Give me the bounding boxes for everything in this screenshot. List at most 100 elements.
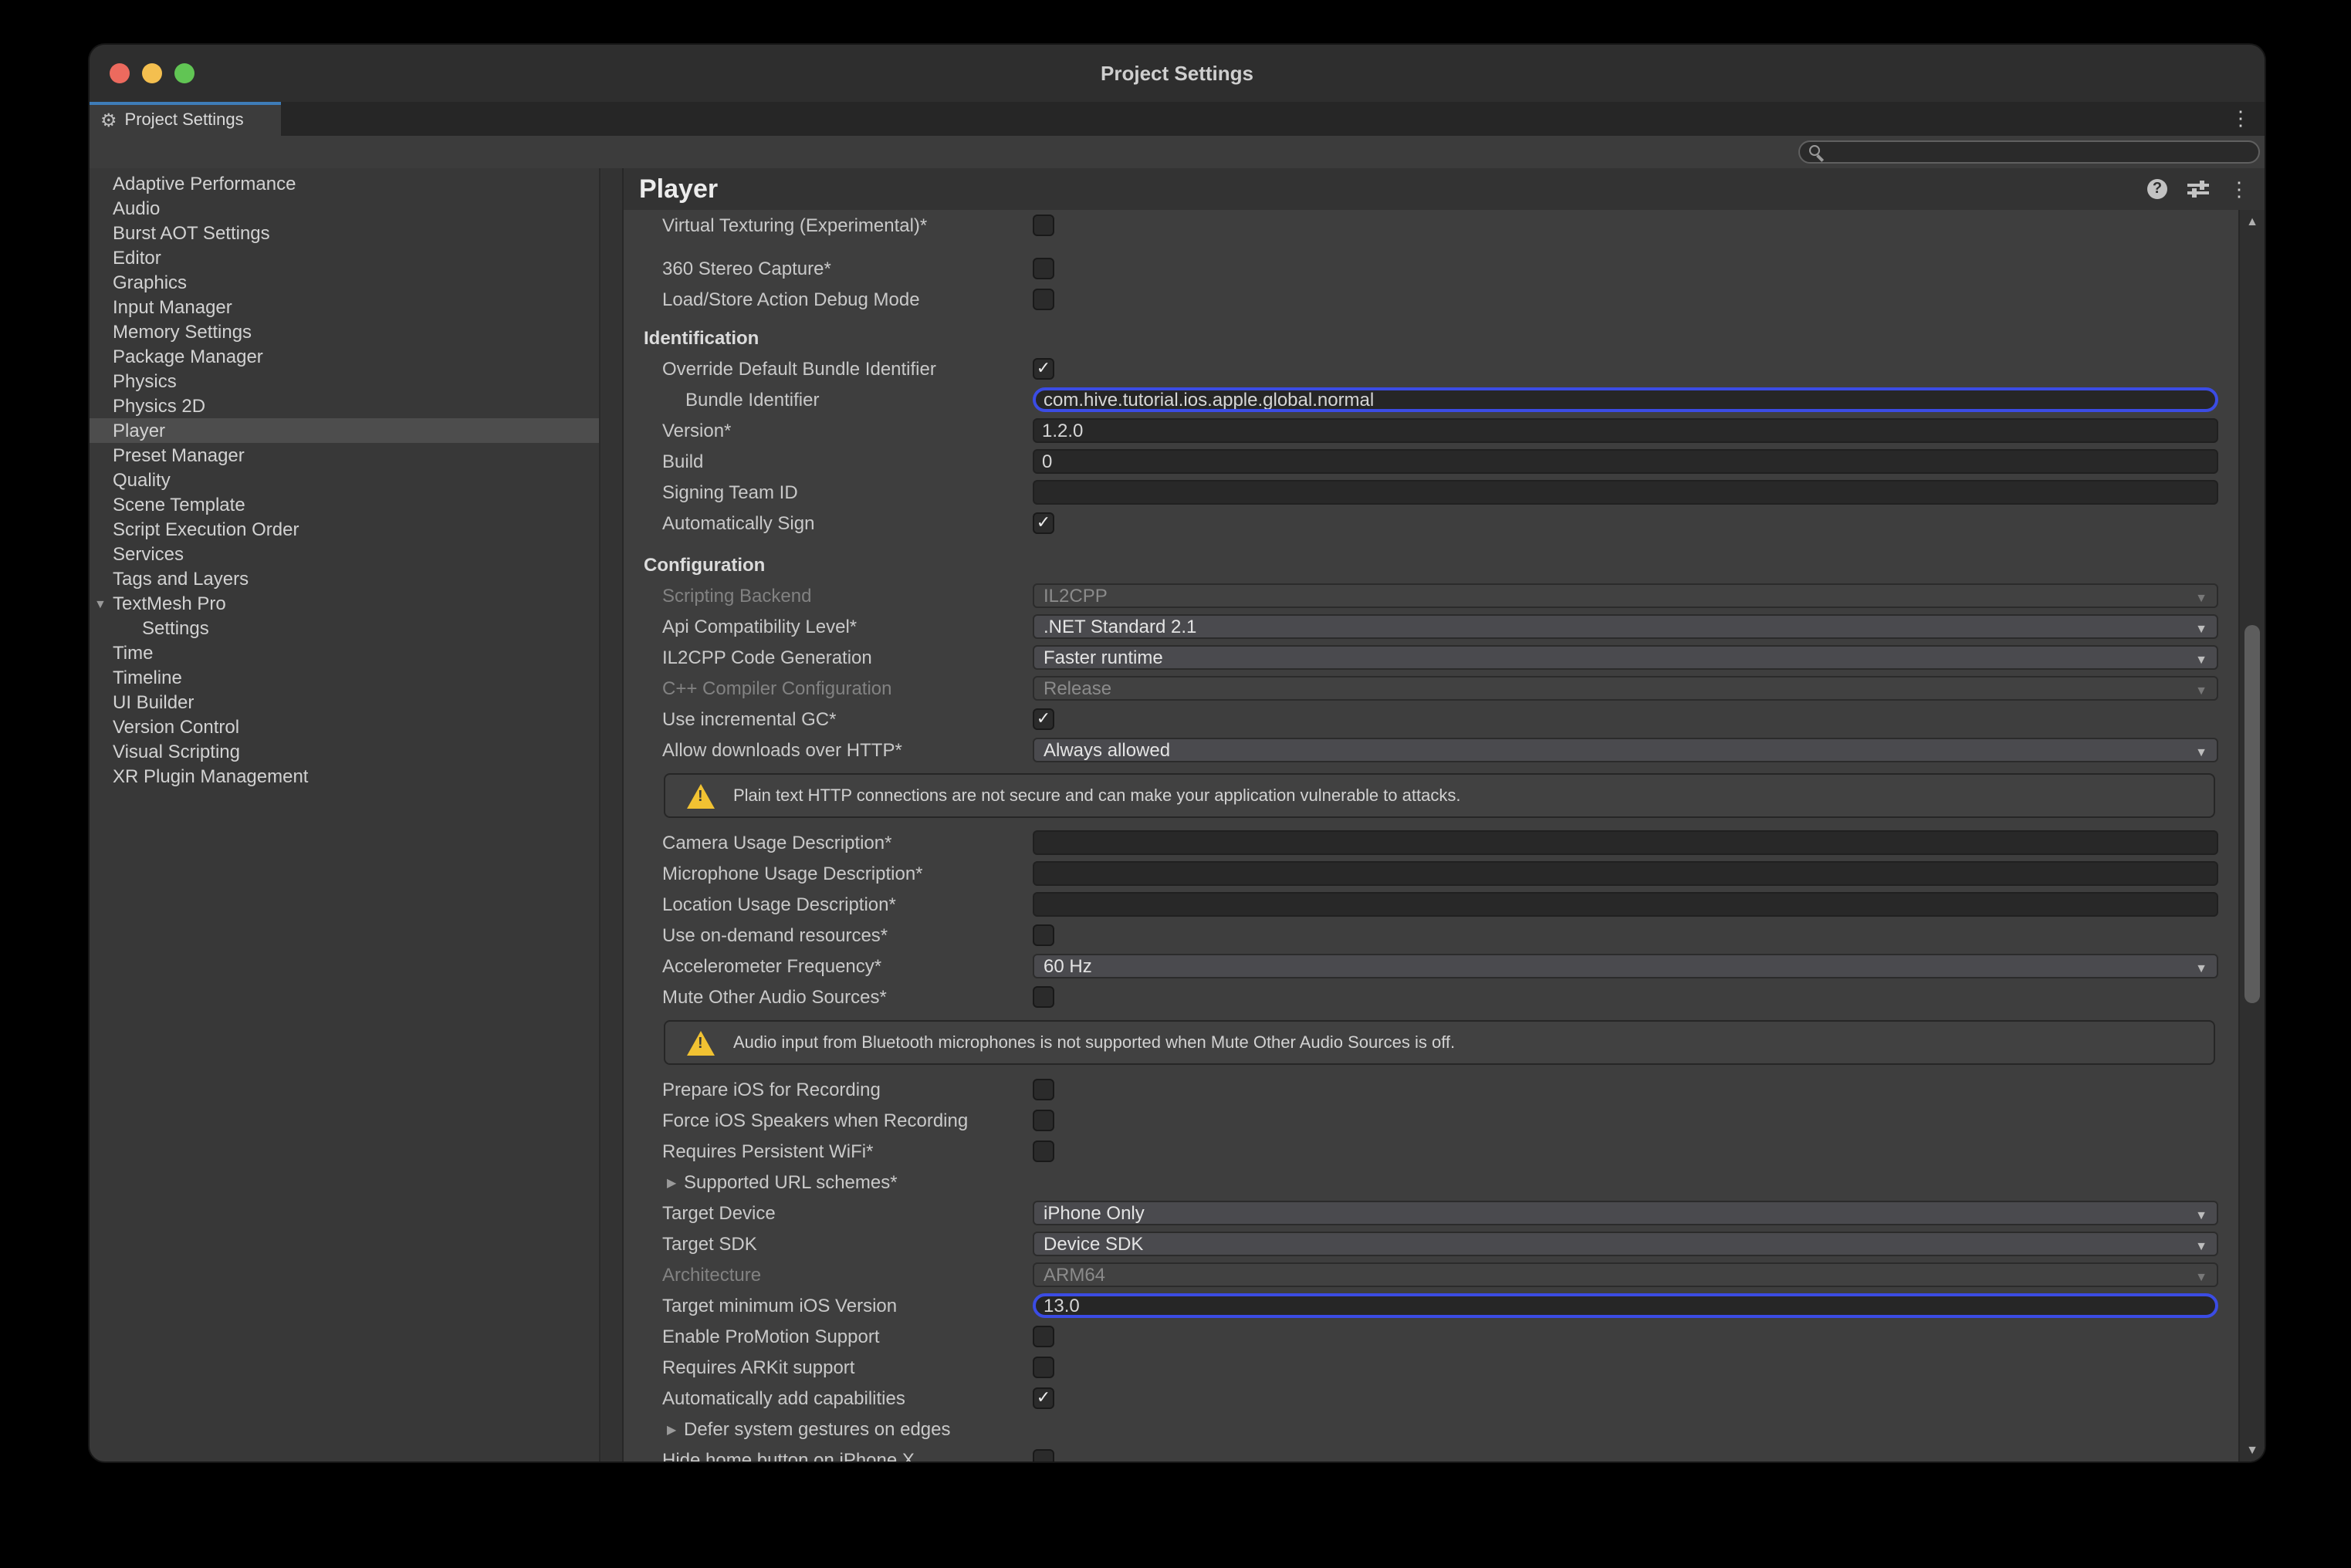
- zoom-button[interactable]: [174, 63, 195, 83]
- sidebar-item-time[interactable]: Time: [90, 640, 599, 665]
- sidebar-item-label: Package Manager: [113, 346, 263, 367]
- checkbox-override-default-bundle-identifier[interactable]: ✓: [1033, 358, 1054, 380]
- traffic-lights: [110, 45, 195, 102]
- chevron-down-icon: ▼: [2195, 1270, 2207, 1284]
- row-hide-home-button-on-iphone-x: Hide home button on iPhone X: [624, 1445, 2238, 1462]
- kebab-menu-icon[interactable]: ⋮: [2229, 179, 2249, 199]
- sidebar-item-burst-aot-settings[interactable]: Burst AOT Settings: [90, 221, 599, 245]
- sidebar-item-quality[interactable]: Quality: [90, 468, 599, 492]
- scrollbar-thumb[interactable]: [2244, 625, 2260, 1003]
- checkbox-requires-persistent-wifi[interactable]: [1033, 1141, 1054, 1162]
- sidebar-item-textmesh-pro[interactable]: ▼TextMesh Pro: [90, 591, 599, 616]
- search-input[interactable]: [1831, 142, 2258, 162]
- close-button[interactable]: [110, 63, 130, 83]
- row-use-on-demand-resources: Use on-demand resources*: [624, 920, 2238, 951]
- dropdown-il2cpp-code-generation[interactable]: Faster runtime▼: [1033, 645, 2218, 670]
- checkbox-hide-home-button-on-iphone-x[interactable]: [1033, 1449, 1054, 1462]
- chevron-down-icon: ▼: [2195, 1208, 2207, 1222]
- dropdown-value: IL2CPP: [1044, 585, 1108, 607]
- checkbox-use-on-demand-resources[interactable]: [1033, 924, 1054, 946]
- title-bar[interactable]: Project Settings: [90, 45, 2265, 102]
- tab-strip-menu-icon[interactable]: ⋮: [2231, 102, 2251, 136]
- sidebar-item-xr-plugin-management[interactable]: XR Plugin Management: [90, 764, 599, 789]
- checkbox-force-ios-speakers-when-recording[interactable]: [1033, 1110, 1054, 1131]
- sidebar-item-services[interactable]: Services: [90, 542, 599, 566]
- text-field-build[interactable]: 0: [1033, 449, 2218, 474]
- dropdown-accelerometer-frequency[interactable]: 60 Hz▼: [1033, 954, 2218, 978]
- help-icon[interactable]: ?: [2147, 179, 2167, 199]
- row-version: Version*1.2.0: [624, 415, 2238, 446]
- row-supported-url-schemes[interactable]: ▶Supported URL schemes*: [624, 1167, 2238, 1198]
- sidebar-splitter[interactable]: [599, 168, 624, 1462]
- dropdown-allow-downloads-over-http[interactable]: Always allowed▼: [1033, 738, 2218, 762]
- sidebar-item-label: Tags and Layers: [113, 568, 249, 590]
- field-label: Target minimum iOS Version: [662, 1295, 897, 1316]
- sidebar-item-label: Quality: [113, 469, 171, 491]
- field-value: 1.2.0: [1042, 420, 1083, 441]
- scroll-down-icon[interactable]: ▼: [2240, 1443, 2265, 1457]
- row-prepare-ios-for-recording: Prepare iOS for Recording: [624, 1074, 2238, 1105]
- minimize-button[interactable]: [142, 63, 162, 83]
- row-virtual-texturing-experimental: Virtual Texturing (Experimental)*: [624, 210, 2238, 241]
- checkbox-enable-promotion-support[interactable]: [1033, 1326, 1054, 1347]
- checkbox-load-store-action-debug-mode[interactable]: [1033, 289, 1054, 310]
- text-field-bundle-identifier[interactable]: com.hive.tutorial.ios.apple.global.norma…: [1033, 387, 2218, 412]
- sidebar-item-physics-2d[interactable]: Physics 2D: [90, 394, 599, 418]
- sidebar-item-ui-builder[interactable]: UI Builder: [90, 690, 599, 715]
- sidebar-item-label: Physics 2D: [113, 395, 205, 417]
- sidebar-item-audio[interactable]: Audio: [90, 196, 599, 221]
- sidebar-item-physics[interactable]: Physics: [90, 369, 599, 394]
- checkbox-use-incremental-gc[interactable]: ✓: [1033, 708, 1054, 730]
- row-requires-arkit-support: Requires ARKit support: [624, 1352, 2238, 1383]
- checkbox-360-stereo-capture[interactable]: [1033, 258, 1054, 279]
- checkbox-automatically-sign[interactable]: ✓: [1033, 512, 1054, 534]
- foldout-closed-icon[interactable]: ▶: [667, 1176, 676, 1190]
- text-field-signing-team-id[interactable]: [1033, 480, 2218, 505]
- sidebar-item-graphics[interactable]: Graphics: [90, 270, 599, 295]
- sidebar-item-adaptive-performance[interactable]: Adaptive Performance: [90, 171, 599, 196]
- sidebar-item-player[interactable]: Player: [90, 418, 599, 443]
- sidebar-item-visual-scripting[interactable]: Visual Scripting: [90, 739, 599, 764]
- text-field-camera-usage-description[interactable]: [1033, 830, 2218, 855]
- dropdown-api-compatibility-level[interactable]: .NET Standard 2.1▼: [1033, 614, 2218, 639]
- tab-project-settings[interactable]: ⚙ Project Settings: [90, 102, 281, 136]
- presets-icon[interactable]: [2187, 181, 2209, 198]
- dropdown-target-device[interactable]: iPhone Only▼: [1033, 1201, 2218, 1225]
- scroll-up-icon[interactable]: ▲: [2240, 215, 2265, 228]
- dropdown-value: Release: [1044, 678, 1111, 699]
- foldout-closed-icon[interactable]: ▶: [667, 1423, 676, 1437]
- sidebar-item-script-execution-order[interactable]: Script Execution Order: [90, 517, 599, 542]
- checkbox-requires-arkit-support[interactable]: [1033, 1357, 1054, 1378]
- row-defer-system-gestures-on-edges[interactable]: ▶Defer system gestures on edges: [624, 1414, 2238, 1445]
- row-scripting-backend: Scripting BackendIL2CPP▼: [624, 580, 2238, 611]
- sidebar-item-settings[interactable]: Settings: [90, 616, 599, 640]
- text-field-target-minimum-ios-version[interactable]: 13.0: [1033, 1293, 2218, 1318]
- checkbox-mute-other-audio-sources[interactable]: [1033, 986, 1054, 1008]
- sidebar-item-version-control[interactable]: Version Control: [90, 715, 599, 739]
- sidebar-item-input-manager[interactable]: Input Manager: [90, 295, 599, 319]
- field-value: 0: [1042, 451, 1052, 472]
- sidebar-item-editor[interactable]: Editor: [90, 245, 599, 270]
- dropdown-target-sdk[interactable]: Device SDK▼: [1033, 1232, 2218, 1256]
- sidebar-item-scene-template[interactable]: Scene Template: [90, 492, 599, 517]
- row-spacer: [624, 315, 2238, 323]
- checkbox-virtual-texturing-experimental[interactable]: [1033, 215, 1054, 236]
- text-field-location-usage-description[interactable]: [1033, 892, 2218, 917]
- sidebar-item-package-manager[interactable]: Package Manager: [90, 344, 599, 369]
- sidebar-item-preset-manager[interactable]: Preset Manager: [90, 443, 599, 468]
- sidebar-item-tags-and-layers[interactable]: Tags and Layers: [90, 566, 599, 591]
- chevron-down-icon: ▼: [2195, 961, 2207, 975]
- checkbox-prepare-ios-for-recording[interactable]: [1033, 1079, 1054, 1100]
- search-box[interactable]: [1798, 140, 2260, 164]
- chevron-down-icon: ▼: [2195, 653, 2207, 667]
- foldout-open-icon[interactable]: ▼: [94, 597, 107, 611]
- field-label: Location Usage Description*: [662, 894, 896, 915]
- scrollbar[interactable]: ▲ ▼: [2238, 210, 2265, 1462]
- sidebar-item-timeline[interactable]: Timeline: [90, 665, 599, 690]
- checkbox-automatically-add-capabilities[interactable]: ✓: [1033, 1387, 1054, 1409]
- row-automatically-add-capabilities: Automatically add capabilities✓: [624, 1383, 2238, 1414]
- field-value: 13.0: [1044, 1295, 1080, 1316]
- sidebar-item-memory-settings[interactable]: Memory Settings: [90, 319, 599, 344]
- text-field-microphone-usage-description[interactable]: [1033, 861, 2218, 886]
- text-field-version[interactable]: 1.2.0: [1033, 418, 2218, 443]
